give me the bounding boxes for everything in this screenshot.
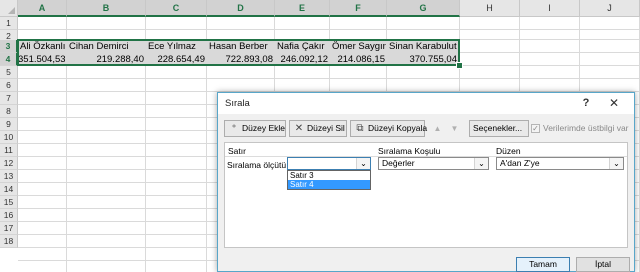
- column-header-e[interactable]: E: [275, 0, 330, 17]
- column-header-c[interactable]: C: [146, 0, 207, 17]
- row-header[interactable]: 6: [0, 79, 18, 92]
- column-header-d[interactable]: D: [207, 0, 275, 17]
- sort-row-select[interactable]: ⌄: [287, 157, 371, 170]
- copy-icon: ⧉: [356, 123, 364, 134]
- sort-by-label: Sıralama ölçütü: [227, 160, 287, 170]
- options-button[interactable]: Seçenekler...: [469, 120, 529, 137]
- row-header[interactable]: 4: [0, 53, 18, 66]
- row-header[interactable]: 15: [0, 196, 18, 209]
- row-header[interactable]: 12: [0, 157, 18, 170]
- cancel-button[interactable]: İptal: [576, 257, 630, 272]
- ok-button[interactable]: Tamam: [516, 257, 570, 272]
- delete-level-button[interactable]: ✕ Düzeyi Sil: [289, 120, 347, 137]
- header-checkbox[interactable]: ✓: [531, 124, 540, 133]
- chevron-down-icon[interactable]: ⌄: [356, 158, 370, 169]
- add-level-icon: ⁺: [231, 123, 237, 134]
- move-down-button[interactable]: ▼: [447, 120, 462, 137]
- column-heading-order: Düzen: [496, 146, 521, 156]
- row-header[interactable]: 14: [0, 183, 18, 196]
- dropdown-option[interactable]: Satır 3: [288, 171, 370, 180]
- sort-on-value: Değerler: [382, 158, 415, 168]
- column-header-a[interactable]: A: [18, 0, 67, 17]
- add-level-label: Düzey Ekle: [242, 123, 285, 133]
- row-header[interactable]: 13: [0, 170, 18, 183]
- dropdown-option[interactable]: Satır 4: [288, 180, 370, 189]
- row-header[interactable]: 11: [0, 144, 18, 157]
- sort-dialog: Sırala ? ✕ ⁺ Düzey Ekle ✕ Düzeyi Sil ⧉ Düze…: [217, 92, 635, 272]
- add-level-button[interactable]: ⁺ Düzey Ekle: [224, 120, 286, 137]
- selection-border: [17, 39, 460, 66]
- options-label: Seçenekler...: [473, 123, 523, 133]
- column-heading-row: Satır: [228, 146, 246, 156]
- column-header-h[interactable]: H: [460, 0, 520, 17]
- dialog-title: Sırala: [225, 98, 250, 109]
- row-header[interactable]: 8: [0, 105, 18, 118]
- copy-level-label: Düzeyi Kopyala: [368, 123, 428, 133]
- row-header[interactable]: 3: [0, 40, 18, 53]
- chevron-down-icon[interactable]: ⌄: [474, 158, 488, 169]
- order-select[interactable]: A'dan Z'ye ⌄: [496, 157, 624, 170]
- row-header[interactable]: 5: [0, 66, 18, 79]
- row-header[interactable]: 1: [0, 17, 18, 30]
- delete-icon: ✕: [294, 123, 304, 134]
- header-checkbox-label: Verilerimde üstbilgi var: [543, 123, 629, 133]
- copy-level-button[interactable]: ⧉ Düzeyi Kopyala: [350, 120, 428, 137]
- sort-on-select[interactable]: Değerler ⌄: [378, 157, 489, 170]
- column-header-g[interactable]: G: [387, 0, 460, 17]
- move-up-button[interactable]: ▲: [430, 120, 445, 137]
- row-header[interactable]: 18: [0, 235, 18, 248]
- chevron-down-icon[interactable]: ⌄: [609, 158, 623, 169]
- row-header[interactable]: 17: [0, 222, 18, 235]
- help-button[interactable]: ?: [575, 94, 597, 112]
- close-button[interactable]: ✕: [603, 94, 625, 112]
- column-header-b[interactable]: B: [67, 0, 146, 17]
- dialog-titlebar[interactable]: Sırala ? ✕: [218, 93, 634, 114]
- column-heading-sort-on: Sıralama Koşulu: [378, 146, 441, 156]
- order-value: A'dan Z'ye: [500, 158, 540, 168]
- row-header[interactable]: 9: [0, 118, 18, 131]
- column-header-j[interactable]: J: [580, 0, 640, 17]
- row-header[interactable]: 7: [0, 92, 18, 105]
- column-header-f[interactable]: F: [330, 0, 387, 17]
- select-all-corner[interactable]: [0, 0, 18, 17]
- column-header-i[interactable]: I: [520, 0, 580, 17]
- row-header[interactable]: 10: [0, 131, 18, 144]
- row-dropdown-list: Satır 3 Satır 4: [287, 170, 371, 190]
- delete-level-label: Düzeyi Sil: [307, 123, 345, 133]
- row-header[interactable]: 16: [0, 209, 18, 222]
- fill-handle[interactable]: [456, 62, 463, 69]
